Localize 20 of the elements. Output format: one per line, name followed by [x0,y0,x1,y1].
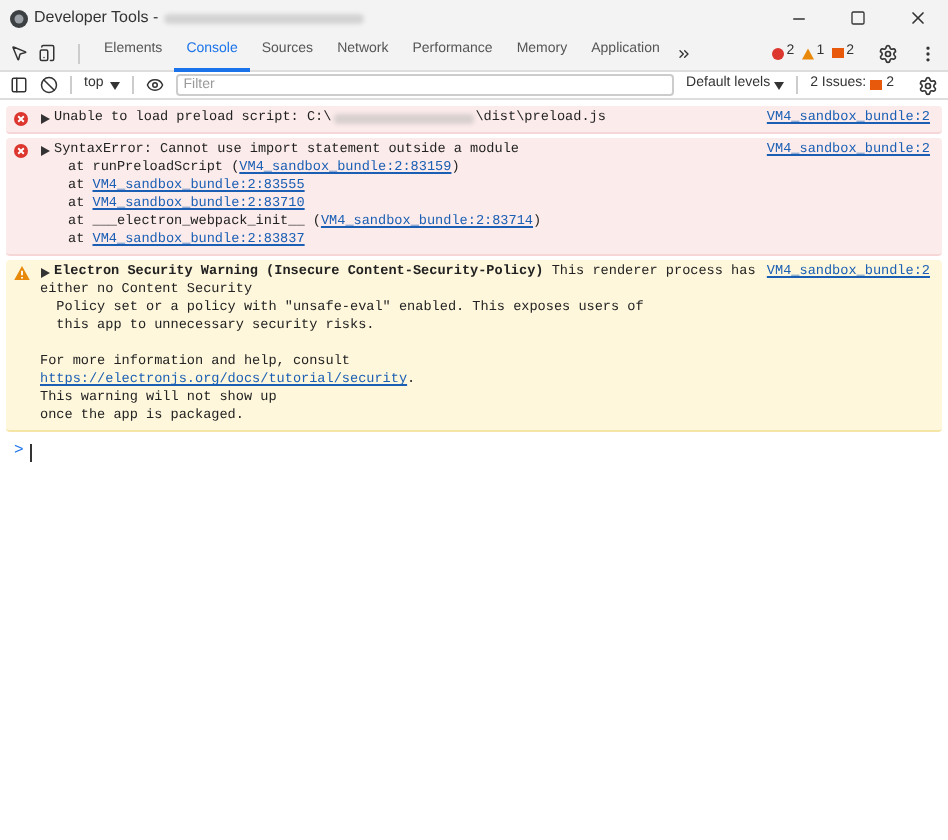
close-icon[interactable] [908,8,928,28]
sidebar-icon[interactable] [10,76,28,94]
prompt-caret: > [14,440,24,464]
more-tabs-icon[interactable] [675,45,692,61]
clear-console-icon[interactable] [40,76,58,94]
error-icon [14,112,28,126]
expand-caret-icon[interactable] [40,146,50,156]
maximize-icon[interactable] [850,10,866,26]
text-cursor [29,443,32,461]
warning-icon [14,266,30,280]
live-expression-icon[interactable] [145,76,164,94]
error-icon [14,144,28,158]
expand-caret-icon[interactable] [40,114,50,124]
settings-icon[interactable] [878,43,898,63]
expand-caret-icon[interactable] [40,268,50,278]
dropdown-caret-icon [109,81,120,89]
window-title: Developer Tools - [34,6,159,30]
dropdown-caret-icon [774,81,785,89]
app-icon [10,9,28,27]
console-settings-icon[interactable] [918,75,938,95]
